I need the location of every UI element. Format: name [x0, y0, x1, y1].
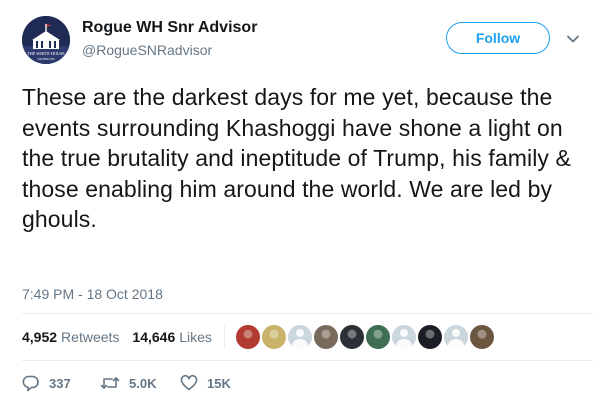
- tweet-actions: 337 5.0K 15K: [22, 372, 231, 394]
- tweet-stats: 4,952 Retweets 14,646 Likes: [22, 323, 496, 351]
- retweet-icon: [100, 377, 120, 389]
- likes-count: 14,646: [132, 329, 176, 345]
- retweet-button[interactable]: 5.0K: [100, 374, 180, 392]
- liker-5-avatar[interactable]: [339, 325, 364, 349]
- heart-icon: [180, 374, 198, 391]
- retweets-label: Retweets: [61, 329, 120, 345]
- tweet-menu-button[interactable]: [566, 32, 580, 46]
- liker-2-avatar[interactable]: [261, 325, 286, 349]
- like-count: 15K: [207, 375, 231, 391]
- reply-icon: [22, 375, 39, 392]
- stats-separator: [223, 326, 225, 348]
- retweets-stat[interactable]: 4,952 Retweets: [22, 329, 119, 345]
- reply-count: 337: [49, 375, 71, 391]
- divider: [22, 360, 593, 361]
- author-avatar[interactable]: THE WHITE HOUSE WASHINGTON: [22, 16, 70, 64]
- tweet-card: THE WHITE HOUSE WASHINGTON Rogue WH Snr …: [0, 0, 605, 407]
- liker-9-avatar[interactable]: [443, 325, 468, 349]
- white-house-icon: THE WHITE HOUSE WASHINGTON: [22, 16, 70, 64]
- reply-button[interactable]: 337: [22, 374, 100, 392]
- retweet-count: 5.0K: [129, 375, 157, 391]
- retweets-count: 4,952: [22, 329, 58, 345]
- avatar-caption: THE WHITE HOUSE: [27, 51, 65, 56]
- chevron-down-icon: [567, 35, 579, 43]
- liker-10-avatar[interactable]: [469, 325, 494, 349]
- divider: [22, 313, 593, 314]
- liker-4-avatar[interactable]: [313, 325, 338, 349]
- liker-1-avatar[interactable]: [235, 325, 260, 349]
- liker-7-avatar[interactable]: [391, 325, 416, 349]
- follow-button[interactable]: Follow: [446, 22, 550, 54]
- tweet-text: These are the darkest days for me yet, b…: [22, 84, 571, 232]
- tweet-timestamp[interactable]: 7:49 PM - 18 Oct 2018: [22, 286, 163, 302]
- liker-6-avatar[interactable]: [365, 325, 390, 349]
- liker-8-avatar[interactable]: [417, 325, 442, 349]
- likes-stat[interactable]: 14,646 Likes: [132, 329, 212, 345]
- author-handle[interactable]: @RogueSNRadvisor: [82, 42, 212, 58]
- likes-label: Likes: [179, 329, 212, 345]
- author-display-name[interactable]: Rogue WH Snr Advisor: [82, 19, 257, 37]
- liker-3-avatar[interactable]: [287, 325, 312, 349]
- like-button[interactable]: 15K: [180, 374, 231, 392]
- avatar-subcaption: WASHINGTON: [37, 58, 54, 61]
- liked-by-avatars: [235, 325, 496, 349]
